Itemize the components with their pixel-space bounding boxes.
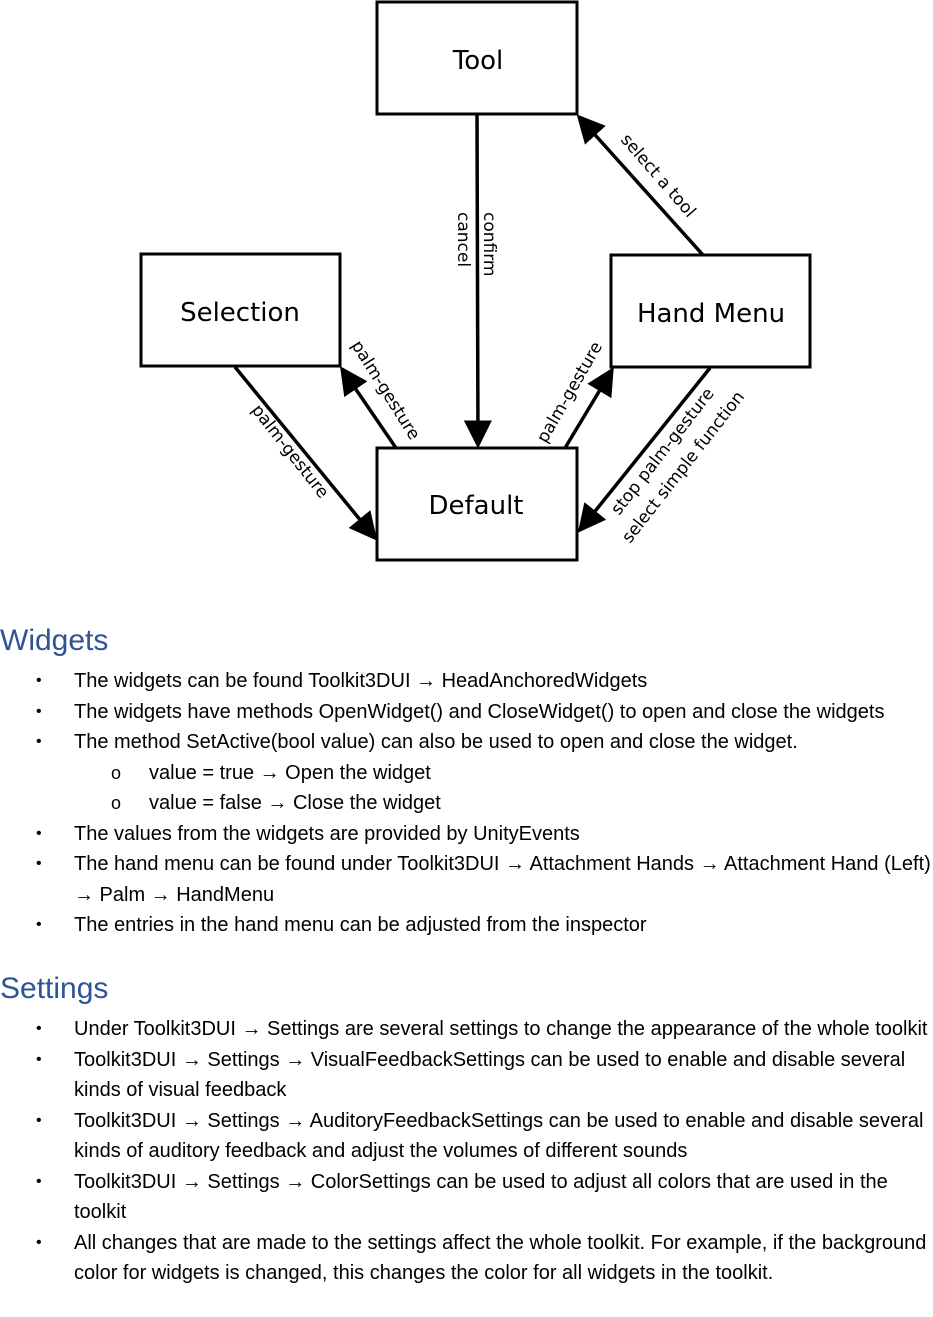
bullet-icon: o <box>111 793 122 813</box>
bullet-icon: • <box>36 672 42 689</box>
edge-label-sel-to-default: palm-gesture <box>247 401 332 503</box>
edge-selection-to-default <box>233 365 378 541</box>
list-item-text: The hand menu can be found under Toolkit… <box>74 853 931 906</box>
list-item: • The hand menu can be found under Toolki… <box>0 849 933 910</box>
node-tool-label: Tool <box>452 46 504 76</box>
settings-list: • Under Toolkit3DUI → Settings are severa… <box>0 1014 933 1289</box>
node-default-label: Default <box>429 491 524 521</box>
node-selection-label: Selection <box>180 298 300 328</box>
list-item: o value = false → Close the widget <box>0 788 933 819</box>
list-item-text: Toolkit3DUI → Settings → VisualFeedbackS… <box>74 1048 906 1102</box>
list-item-text: Toolkit3DUI → Settings → ColorSettings c… <box>74 1170 888 1224</box>
bullet-icon: • <box>36 824 42 842</box>
list-item: • All changes that are made to the settin… <box>0 1228 933 1289</box>
list-item-text: The widgets have methods OpenWidget() an… <box>74 700 885 723</box>
list-item: o value = true → Open the widget <box>0 758 933 789</box>
bullet-icon: • <box>36 916 42 933</box>
edge-tool-to-default <box>463 114 492 449</box>
bullet-icon: • <box>36 733 42 750</box>
bullet-icon: • <box>36 855 42 872</box>
list-item-text: The entries in the hand menu can be adju… <box>74 914 647 936</box>
list-item-text: The values from the widgets are provided… <box>74 822 580 845</box>
list-item: • The entries in the hand menu can be adj… <box>0 910 933 941</box>
edge-label-confirm: confirm <box>479 212 499 276</box>
list-item: • The widgets have methods OpenWidget() a… <box>0 697 933 728</box>
bullet-icon: • <box>36 1111 42 1129</box>
list-item-text: Toolkit3DUI → Settings → AuditoryFeedbac… <box>74 1109 924 1163</box>
bullet-icon: • <box>36 702 42 720</box>
list-item: • Toolkit3DUI → Settings → AuditoryFeedba… <box>0 1106 933 1167</box>
list-item: • The values from the widgets are provide… <box>0 819 933 850</box>
bullet-icon: • <box>36 1020 42 1037</box>
list-item-text: value = true → Open the widget <box>149 761 431 784</box>
settings-heading: Settings <box>0 972 109 1005</box>
list-item: • Toolkit3DUI → Settings → VisualFeedback… <box>0 1045 933 1106</box>
state-diagram: Tool Selection Hand Menu Default confirm… <box>139 0 812 562</box>
bullet-icon: • <box>36 1233 42 1251</box>
bullet-icon: • <box>36 1050 42 1068</box>
bullet-icon: • <box>36 1172 42 1190</box>
list-item: • The method SetActive(bool value) can al… <box>0 727 933 758</box>
list-item: • Under Toolkit3DUI → Settings are severa… <box>0 1014 933 1045</box>
edge-hand-menu-to-tool <box>576 114 705 257</box>
list-item: • The widgets can be found Toolkit3DUI → … <box>0 666 933 697</box>
edge-label-select-tool: select a tool <box>616 130 699 222</box>
list-item-text: All changes that are made to the setting… <box>74 1231 927 1285</box>
node-hand-menu-label: Hand Menu <box>637 299 785 329</box>
bullet-icon: o <box>111 762 122 783</box>
edge-label-cancel: cancel <box>453 212 473 267</box>
list-item-text: The widgets can be found Toolkit3DUI → H… <box>74 670 648 692</box>
list-item-text: Under Toolkit3DUI → Settings are several… <box>74 1018 928 1040</box>
list-item-text: The method SetActive(bool value) can als… <box>74 731 798 753</box>
widgets-list: • The widgets can be found Toolkit3DUI → … <box>0 666 933 941</box>
list-item-text: value = false → Close the widget <box>149 792 441 814</box>
widgets-heading: Widgets <box>0 624 109 657</box>
edge-label-default-to-hand: palm-gesture <box>533 338 607 446</box>
list-item: • Toolkit3DUI → Settings → ColorSettings … <box>0 1167 933 1228</box>
